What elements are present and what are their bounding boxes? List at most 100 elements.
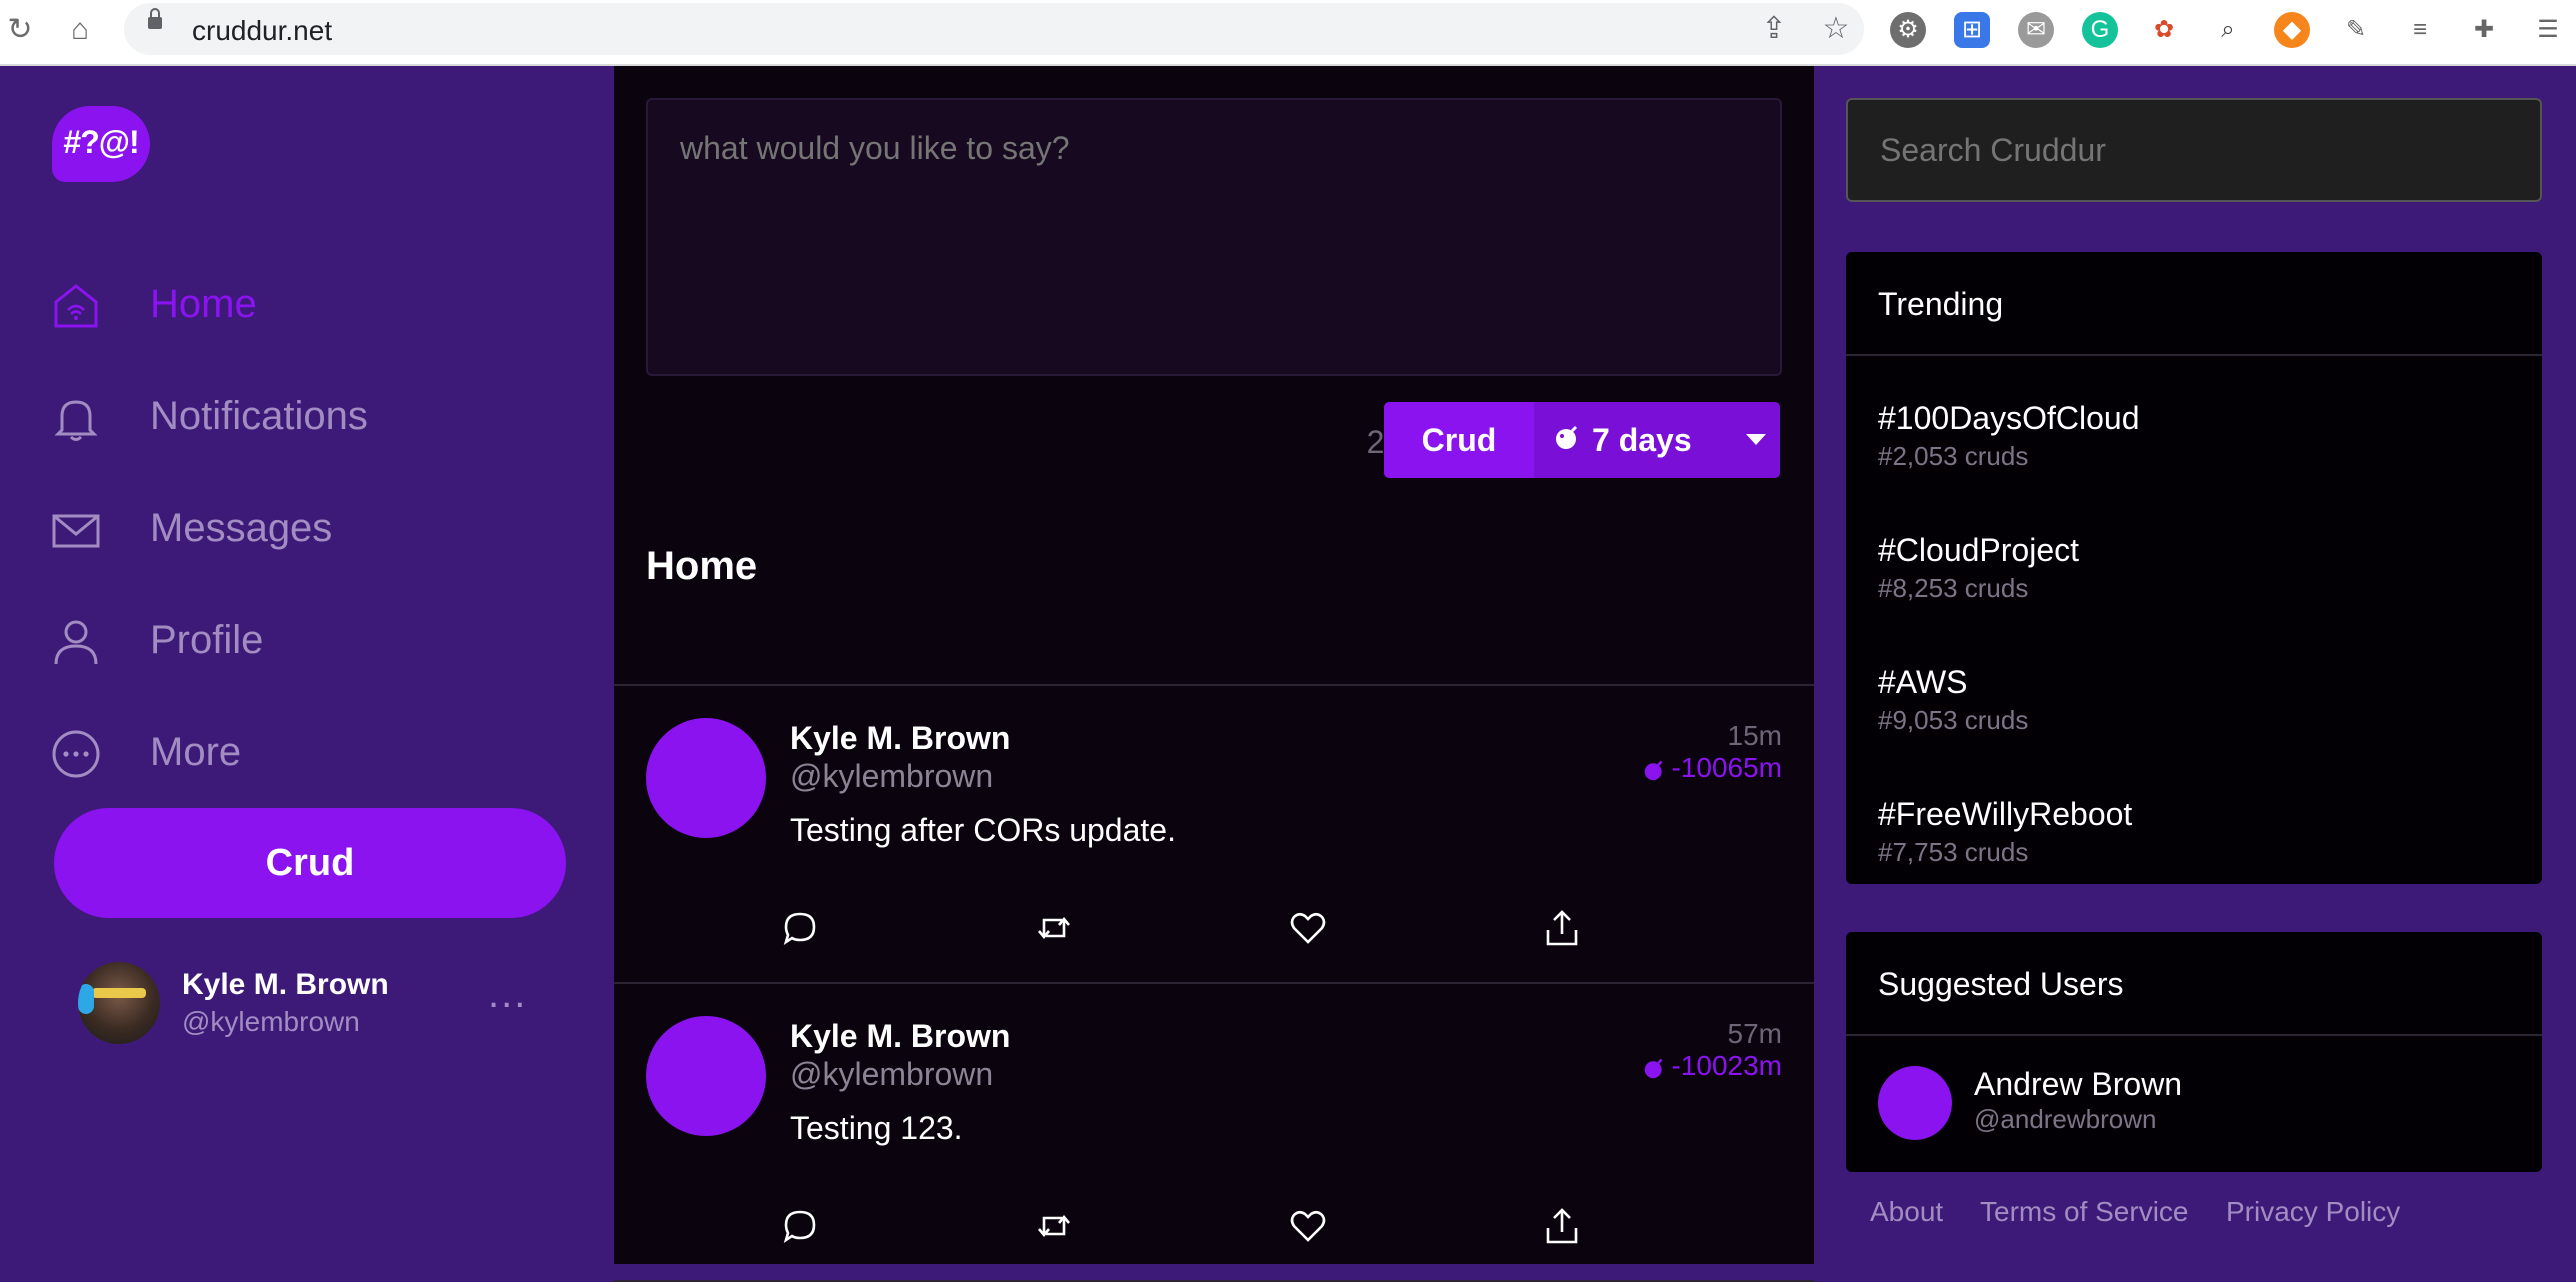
plant-extension-icon[interactable]: ✿ [2146, 12, 2182, 48]
reply-icon[interactable] [780, 1206, 820, 1246]
home-icon [54, 284, 98, 328]
trending-item[interactable]: #100DaysOfCloud #2,053 cruds [1878, 400, 2498, 472]
cruddur-logo[interactable]: #?@! [52, 106, 152, 186]
bookmark-star-icon[interactable]: ☆ [1818, 11, 1854, 47]
repost-icon[interactable] [1034, 1206, 1074, 1246]
avatar [78, 962, 160, 1044]
current-user-handle: @kylembrown [182, 1006, 360, 1037]
heart-icon[interactable] [1288, 908, 1328, 948]
user-menu-icon[interactable]: ... [488, 972, 527, 1017]
bell-icon [54, 400, 98, 441]
lock-icon [148, 8, 162, 29]
trending-panel: Trending #100DaysOfCloud #2,053 cruds #C… [1846, 252, 2542, 884]
share-icon[interactable] [1542, 908, 1582, 948]
search-input[interactable] [1846, 98, 2542, 202]
post-time: 15m [1727, 720, 1782, 751]
reply-icon[interactable] [780, 908, 820, 948]
post-time: 57m [1727, 1018, 1782, 1049]
browser-home-icon[interactable]: ⌂ [60, 10, 100, 50]
activity-item[interactable]: Kyle M. Brown @kylembrown 15m -10065m Te… [614, 686, 1814, 984]
nav-profile[interactable]: Profile [0, 602, 614, 682]
trending-item[interactable]: #FreeWillyReboot #7,753 cruds [1878, 796, 2498, 868]
crud-submit-button[interactable]: Crud [1384, 402, 1534, 478]
feather-extension-icon[interactable]: ✎ [2338, 12, 2374, 48]
trending-count: #7,753 cruds [1878, 837, 2029, 867]
nav-home[interactable]: Home [0, 266, 614, 346]
bomb-icon [1645, 1058, 1663, 1078]
crud-button[interactable]: Crud [54, 808, 566, 918]
extension-icon[interactable]: ⊞ [1954, 12, 1990, 48]
post-expiry: -10065m [1574, 752, 1782, 784]
post-author-name[interactable]: Kyle M. Brown [790, 1018, 1010, 1055]
nav-messages[interactable]: Messages [0, 490, 614, 570]
suggested-user-avatar[interactable] [1878, 1066, 1952, 1140]
logo-text: #?@! [63, 124, 139, 160]
puzzle-extensions-icon[interactable]: ✚ [2466, 12, 2502, 48]
nav-more[interactable]: More [0, 714, 614, 794]
right-column: Trending #100DaysOfCloud #2,053 cruds #C… [1814, 66, 2576, 1264]
browser-toolbar: ↻ ⌂ cruddur.net ⇪ ☆ ⚙ ⊞ ✉ G ✿ ⌕ ◆ ✎ ≡ ✚ … [0, 0, 2576, 66]
share-icon[interactable] [1542, 1206, 1582, 1246]
suggested-users-panel: Suggested Users Andrew Brown @andrewbrow… [1846, 932, 2542, 1172]
list-extension-icon[interactable]: ≡ [2402, 12, 2438, 48]
bomb-icon [1556, 425, 1578, 449]
expiry-label: 7 days [1592, 422, 1692, 458]
trending-item[interactable]: #CloudProject #8,253 cruds [1878, 532, 2498, 604]
post-expiry-value: -10065m [1671, 752, 1782, 783]
post-expiry-value: -10023m [1671, 1050, 1782, 1081]
magnifier-extension-icon[interactable]: ⌕ [2210, 12, 2246, 48]
trending-item[interactable]: #AWS #9,053 cruds [1878, 664, 2498, 736]
url-text: cruddur.net [192, 15, 333, 46]
reading-list-icon[interactable]: ☰ [2530, 12, 2566, 48]
nav-more-label: More [150, 730, 242, 774]
trending-tag: #FreeWillyReboot [1878, 796, 2133, 832]
address-bar[interactable]: cruddur.net ⇪ ☆ [124, 3, 1864, 55]
sidebar: #?@! Home Notifications Messages Profile [0, 66, 614, 1264]
current-user[interactable]: Kyle M. Brown @kylembrown ... [72, 962, 592, 1050]
expiry-dropdown[interactable]: 7 days [1534, 402, 1780, 478]
trending-count: #8,253 cruds [1878, 573, 2029, 603]
trending-count: #9,053 cruds [1878, 705, 2029, 735]
metamask-icon[interactable]: ◆ [2274, 12, 2310, 48]
nav-profile-label: Profile [150, 618, 264, 662]
trending-count: #2,053 cruds [1878, 441, 2029, 471]
chat-extension-icon[interactable]: ✉ [2018, 12, 2054, 48]
suggested-divider [1846, 1034, 2542, 1036]
chevron-down-icon [1746, 434, 1766, 445]
post-author-handle[interactable]: @kylembrown [790, 1056, 993, 1093]
privacy-link[interactable]: Privacy Policy [2226, 1196, 2400, 1228]
suggested-users-title: Suggested Users [1878, 966, 2124, 1002]
nav-notifications[interactable]: Notifications [0, 378, 614, 458]
post-message: Testing after CORs update. [790, 812, 1176, 848]
post-expiry: -10023m [1574, 1050, 1782, 1082]
nav-notifications-label: Notifications [150, 394, 368, 438]
crud-composer-input[interactable] [646, 98, 1782, 376]
post-author-name[interactable]: Kyle M. Brown [790, 720, 1010, 757]
post-avatar[interactable] [646, 1016, 766, 1136]
settings-extension-icon[interactable]: ⚙ [1890, 12, 1926, 48]
suggested-user-name[interactable]: Andrew Brown [1974, 1066, 2182, 1103]
bomb-icon [1645, 760, 1663, 780]
crud-submit-group: Crud 7 days [1384, 402, 1780, 478]
trending-tag: #AWS [1878, 664, 1968, 700]
page-title: Home [646, 544, 758, 588]
terms-link[interactable]: Terms of Service [1980, 1196, 2189, 1228]
grammarly-icon[interactable]: G [2082, 12, 2118, 48]
about-link[interactable]: About [1870, 1196, 1943, 1228]
trending-divider [1846, 354, 2542, 356]
nav-messages-label: Messages [150, 506, 333, 550]
post-author-handle[interactable]: @kylembrown [790, 758, 993, 795]
activity-item[interactable]: Kyle M. Brown @kylembrown 57m -10023m Te… [614, 984, 1814, 1282]
nav-home-label: Home [150, 282, 257, 326]
trending-tag: #100DaysOfCloud [1878, 400, 2140, 436]
current-user-name: Kyle M. Brown [182, 968, 389, 1001]
post-message: Testing 123. [790, 1110, 963, 1146]
post-avatar[interactable] [646, 718, 766, 838]
suggested-user-handle[interactable]: @andrewbrown [1974, 1104, 2156, 1135]
user-icon [54, 620, 98, 665]
heart-icon[interactable] [1288, 1206, 1328, 1246]
share-icon[interactable]: ⇪ [1756, 11, 1792, 47]
reload-icon[interactable]: ↻ [0, 10, 40, 50]
trending-tag: #CloudProject [1878, 532, 2079, 568]
repost-icon[interactable] [1034, 908, 1074, 948]
